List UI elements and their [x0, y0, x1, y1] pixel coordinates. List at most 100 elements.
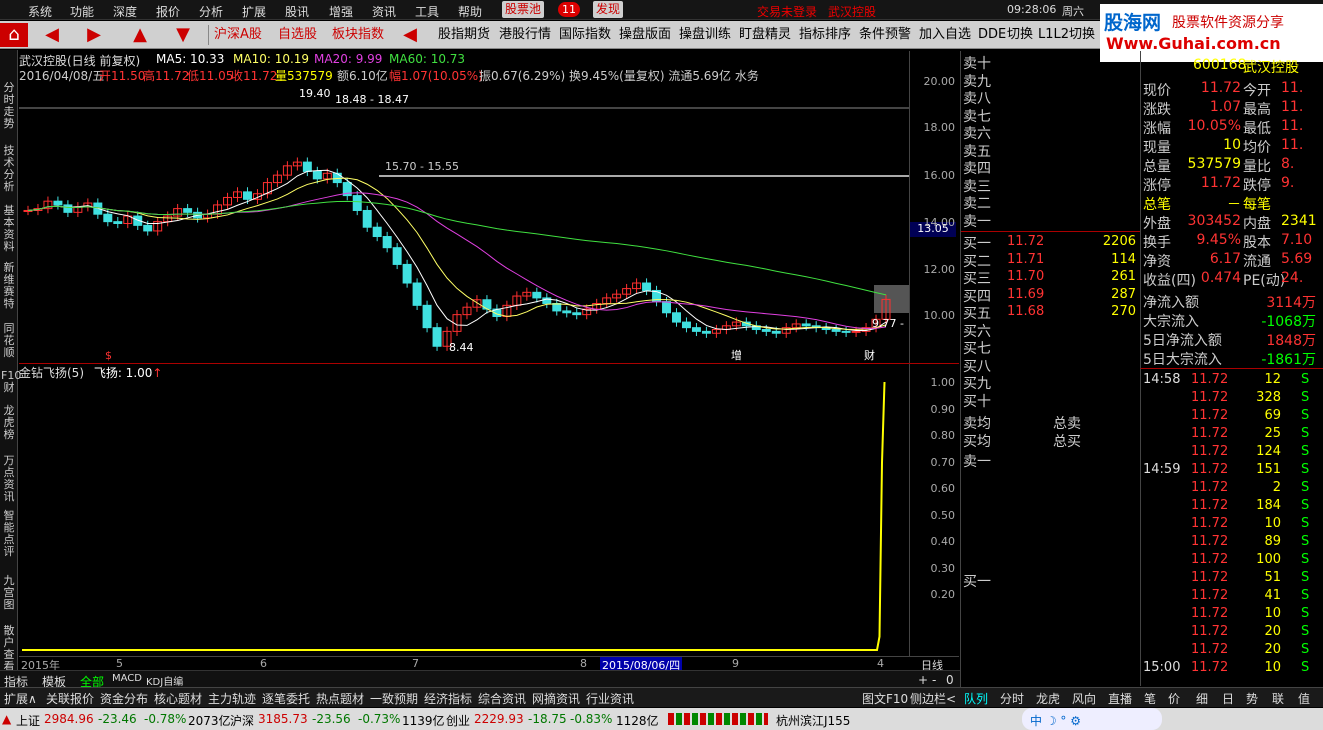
stock-pool-button[interactable]: 股票池 [502, 1, 545, 18]
tab-kdj[interactable]: KDJ自编 [146, 673, 183, 688]
x-label-6: 6 [260, 657, 267, 670]
menu-extend[interactable]: 扩展 [242, 3, 266, 20]
quote-row: 收益(四) 0.474 PE(动) 24. [1141, 269, 1323, 289]
right-tab-8[interactable]: 日 [1222, 690, 1234, 707]
home-icon[interactable]: ⌂ [0, 23, 28, 47]
info-right-0[interactable]: 图文F10 [862, 690, 908, 707]
menu-news[interactable]: 股讯 [285, 3, 309, 20]
toolbar-back-icon[interactable]: ◀ [395, 23, 425, 47]
flow-value: 1848万 [1266, 333, 1316, 349]
side-tab-6[interactable]: 龙虎榜 [1, 405, 17, 441]
menu-function[interactable]: 功能 [70, 3, 94, 20]
info-tab-8[interactable]: 经济指标 [424, 690, 472, 707]
candle-body [562, 310, 572, 314]
side-tab-1[interactable]: 技术分析 [1, 145, 17, 193]
info-tab-0[interactable]: 扩展∧ [4, 690, 37, 707]
tick-cell: S [1301, 498, 1310, 513]
info-tab-4[interactable]: 主力轨迹 [208, 690, 256, 707]
candle-body [771, 330, 781, 334]
side-tab-0[interactable]: 分时走势 [1, 82, 17, 130]
tab-index-futures[interactable]: 股指期货 [436, 24, 492, 46]
right-tab-3[interactable]: 风向 [1072, 690, 1096, 707]
side-tab-3[interactable]: 新维赛特 [1, 262, 17, 310]
zoom-reset-button[interactable]: 0 [946, 673, 954, 687]
add-to-watchlist-button[interactable]: 加入自选 [917, 24, 973, 46]
hs-value: 3185.73 [258, 712, 308, 726]
side-tab-7[interactable]: 万点资讯 [1, 455, 17, 503]
tab-intl-index[interactable]: 国际指数 [557, 24, 613, 46]
price-chart[interactable]: 19.40 18.48 - 18.47 15.70 - 15.55 8.44 9.77 … [19, 85, 909, 363]
quote-cell: 2341 [1281, 213, 1317, 229]
menu-tools[interactable]: 工具 [415, 3, 439, 20]
tab-shsz-a[interactable]: 沪深A股 [212, 24, 264, 46]
server-name[interactable]: 杭州滨江J155 [776, 712, 850, 729]
menu-depth[interactable]: 深度 [113, 3, 137, 20]
menu-help[interactable]: 帮助 [458, 3, 482, 20]
right-tab-6[interactable]: 价 [1168, 690, 1180, 707]
buy-level[interactable]: 买十 [963, 391, 991, 411]
right-tab-2[interactable]: 龙虎 [1036, 690, 1060, 707]
side-tab-9[interactable]: 九宫图 [1, 575, 17, 611]
right-tab-9[interactable]: 势 [1246, 690, 1258, 707]
right-tab-10[interactable]: 联 [1272, 690, 1284, 707]
tab-sector-index[interactable]: 板块指数 [330, 24, 386, 46]
menu-info[interactable]: 资讯 [372, 3, 396, 20]
info-tab-1[interactable]: 关联报价 [46, 690, 94, 707]
info-tab-9[interactable]: 综合资讯 [478, 690, 526, 707]
tab-watchlist[interactable]: 自选股 [276, 24, 319, 46]
dde-button[interactable]: DDE [976, 24, 1008, 46]
info-tab-10[interactable]: 网摘资讯 [532, 690, 580, 707]
tick-list[interactable]: 14:58 11.72 12 S 11.72 328 S 11.72 69 S 11.72 25 S 11… [1140, 368, 1323, 686]
right-tab-11[interactable]: 值 [1298, 690, 1310, 707]
side-tab-5[interactable]: F10财 [1, 370, 21, 394]
switch-button[interactable]: 切换 [1005, 24, 1035, 46]
oscillator-chart[interactable] [19, 380, 909, 656]
info-tab-2[interactable]: 资金分布 [100, 690, 148, 707]
side-tab-10[interactable]: 散户查看 [1, 625, 17, 673]
up-arrow-icon[interactable]: ▲ [122, 23, 158, 47]
tab-hk-quotes[interactable]: 港股行情 [497, 24, 553, 46]
right-tab-7[interactable]: 细 [1196, 690, 1208, 707]
tab-indicator-sort[interactable]: 指标排序 [797, 24, 853, 46]
osc-tick: 0.90 [930, 402, 956, 416]
info-low: 低11.05 [187, 69, 234, 83]
tab-condition-alert[interactable]: 条件预警 [857, 24, 913, 46]
info-tab-6[interactable]: 热点题材 [316, 690, 364, 707]
menu-quote[interactable]: 报价 [156, 3, 180, 20]
info-tab-7[interactable]: 一致预期 [370, 690, 418, 707]
right-tab-5[interactable]: 笔 [1144, 690, 1156, 707]
quote-row: 外盘 303452 内盘 2341 [1141, 212, 1323, 232]
l1l2-switch-button[interactable]: L1L2切换 [1036, 24, 1097, 46]
side-tab-8[interactable]: 智能点评 [1, 510, 17, 558]
tick-row: 11.72 124 S [1143, 443, 1321, 461]
side-tab-4[interactable]: 同花顺 [1, 323, 17, 359]
login-status[interactable]: 交易未登录 [757, 3, 817, 20]
menu-analysis[interactable]: 分析 [199, 3, 223, 20]
forward-arrow-icon[interactable]: ▶ [76, 23, 112, 47]
sell-level[interactable]: 卖一 [963, 211, 991, 231]
right-tab-0[interactable]: 队列 [964, 690, 988, 707]
tab-trading-training[interactable]: 操盘训练 [677, 24, 733, 46]
side-tab-2[interactable]: 基本资料 [1, 205, 17, 253]
discover-button[interactable]: 发现 [593, 1, 624, 18]
info-tab-3[interactable]: 核心题材 [154, 690, 202, 707]
info-tab-5[interactable]: 逐笔委托 [262, 690, 310, 707]
tab-watch-genie[interactable]: 盯盘精灵 [737, 24, 793, 46]
tab-trading-layout[interactable]: 操盘版面 [617, 24, 673, 46]
osc-tick: 0.30 [930, 561, 956, 575]
info-tab-11[interactable]: 行业资讯 [586, 690, 634, 707]
zoom-out-button[interactable]: - [932, 673, 936, 687]
back-arrow-icon[interactable]: ◀ [34, 23, 70, 47]
right-tab-4[interactable]: 直播 [1108, 690, 1132, 707]
tab-macd[interactable]: MACD [112, 673, 142, 684]
input-method-icon[interactable]: 中 ☽ ° ⚙ [1022, 708, 1162, 730]
info-right-1[interactable]: 侧边栏< [910, 690, 956, 707]
tick-cell: 11.72 [1191, 444, 1229, 459]
right-tab-1[interactable]: 分时 [1000, 690, 1024, 707]
down-arrow-icon[interactable]: ▼ [165, 23, 201, 47]
menu-system[interactable]: 系统 [28, 3, 52, 20]
tick-cell: 11.72 [1191, 606, 1229, 621]
zoom-in-button[interactable]: + [918, 673, 928, 687]
tick-cell: S [1301, 390, 1310, 405]
menu-enhance[interactable]: 增强 [329, 3, 353, 20]
